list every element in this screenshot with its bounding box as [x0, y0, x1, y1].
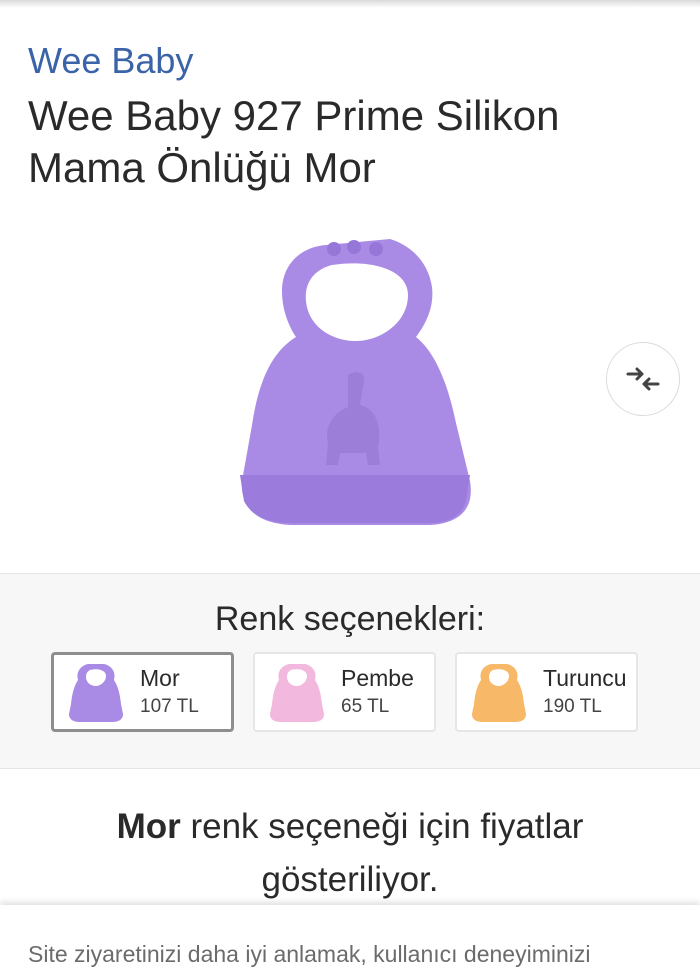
- compare-arrows-icon: [626, 367, 660, 391]
- color-options-heading: Renk seçenekleri:: [214, 600, 486, 638]
- price-notice: Mor renk seçeneği için fiyatlar gösteril…: [60, 800, 640, 906]
- color-name: Pembe: [341, 665, 414, 691]
- color-name: Mor: [140, 665, 180, 691]
- color-price: 65 TL: [341, 696, 390, 717]
- top-shadow: [0, 0, 700, 8]
- snap-button: [347, 240, 361, 254]
- compare-button[interactable]: [606, 342, 680, 416]
- bib-thumbnail-icon: [472, 664, 526, 722]
- color-option-mor[interactable]: Mor 107 TL: [51, 652, 234, 732]
- snap-button: [369, 242, 383, 256]
- cookie-banner: Site ziyaretinizi daha iyi anlamak, kull…: [0, 905, 700, 980]
- color-price: 190 TL: [543, 696, 602, 717]
- color-option-turuncu[interactable]: Turuncu 190 TL: [455, 652, 638, 732]
- color-option-pembe[interactable]: Pembe 65 TL: [253, 652, 436, 732]
- color-price: 107 TL: [140, 696, 199, 717]
- cookie-text: Site ziyaretinizi daha iyi anlamak, kull…: [28, 941, 591, 967]
- snap-button: [327, 242, 341, 256]
- product-image[interactable]: [230, 225, 480, 535]
- price-notice-text: renk seçeneği için fiyatlar gösteriliyor…: [180, 807, 584, 899]
- selected-color-name: Mor: [116, 807, 181, 846]
- brand-link[interactable]: Wee Baby: [28, 40, 193, 82]
- bib-thumbnail-icon: [270, 664, 324, 722]
- color-options-section: Renk seçenekleri: Mor 107 TL Pembe 65 TL…: [0, 573, 700, 769]
- product-title: Wee Baby 927 Prime Silikon Mama Önlüğü M…: [28, 92, 560, 191]
- bib-pocket: [240, 475, 470, 523]
- bib-thumbnail-icon: [69, 664, 123, 722]
- color-name: Turuncu: [543, 665, 627, 691]
